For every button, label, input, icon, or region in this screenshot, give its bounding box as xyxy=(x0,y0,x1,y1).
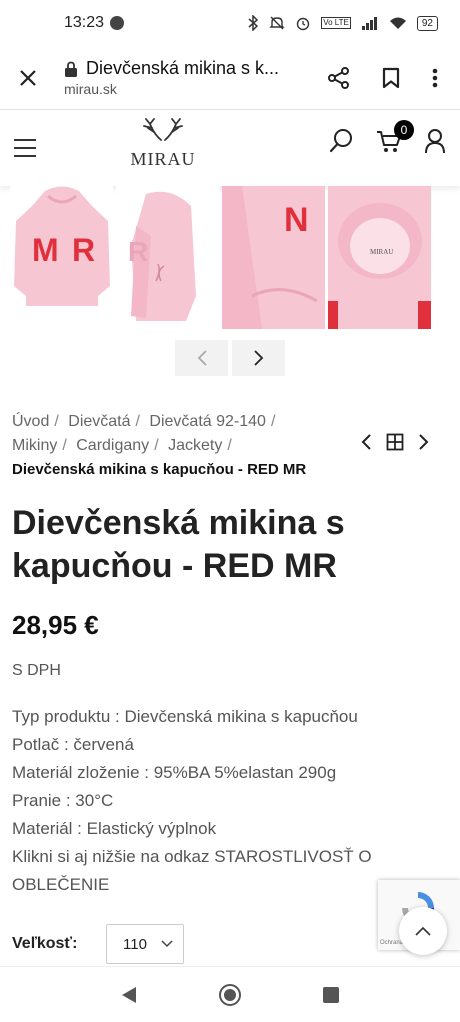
description-line: Pranie : 30°C xyxy=(12,791,114,810)
breadcrumb-link[interactable]: Úvod xyxy=(12,413,49,430)
recents-square-icon xyxy=(323,986,339,1003)
chevron-left-icon xyxy=(197,350,207,366)
breadcrumb-link[interactable]: Dievčatá xyxy=(68,413,130,430)
browser-toolbar: Dievčenská mikina s k... mirau.sk xyxy=(0,46,460,110)
description-line: Materiál zloženie : 95%BA 5%elastan 290g xyxy=(12,763,337,782)
bookmark-icon xyxy=(382,67,400,88)
logo-text: MIRAU xyxy=(130,149,196,169)
url-bar[interactable]: Dievčenská mikina s k... mirau.sk xyxy=(56,58,328,97)
chevron-right-icon xyxy=(253,350,263,366)
size-select[interactable]: 110 xyxy=(106,924,184,964)
recents-button[interactable] xyxy=(322,986,340,1004)
svg-text:M: M xyxy=(32,232,59,268)
volte-icon: Vo LTE xyxy=(321,17,351,29)
home-button[interactable] xyxy=(218,983,242,1007)
svg-text:R: R xyxy=(72,232,95,268)
hamburger-menu-icon xyxy=(14,139,36,141)
search-button[interactable] xyxy=(328,128,354,154)
breadcrumb: Úvod / Dievčatá / Dievčatá 92-140/ Mikiny /… xyxy=(12,413,307,478)
product-thumbnail[interactable]: M R xyxy=(10,186,113,329)
product-gallery: M R R N MIRAU xyxy=(10,186,450,329)
back-button[interactable] xyxy=(120,985,138,1005)
chevron-up-icon xyxy=(415,926,431,936)
status-bar: 13:23 Vo LTE 92 xyxy=(0,0,460,46)
size-value: 110 xyxy=(123,935,147,953)
grid-icon xyxy=(386,433,404,451)
svg-text:N: N xyxy=(284,201,309,239)
page-title-text: Dievčenská mikina s k... xyxy=(86,58,280,78)
breadcrumb-current: Dievčenská mikina s kapucňou - RED MR xyxy=(12,461,307,478)
search-icon xyxy=(329,129,352,153)
chrome-notification-icon xyxy=(110,16,125,30)
hoodie-detail-image: N xyxy=(222,186,325,329)
product-thumbnail[interactable]: N xyxy=(222,186,325,329)
back-triangle-icon xyxy=(122,986,136,1003)
site-logo[interactable]: MIRAU xyxy=(125,118,201,170)
description-line: Typ produktu : Dievčenská mikina s kapuc… xyxy=(12,707,358,726)
more-options-button[interactable] xyxy=(432,68,438,88)
hamburger-menu-button[interactable] xyxy=(0,139,52,157)
hoodie-side-image: R xyxy=(116,186,219,329)
description-line: Potlač : červená xyxy=(12,735,134,754)
breadcrumb-link[interactable]: Cardigany xyxy=(76,437,149,454)
share-icon xyxy=(328,66,349,89)
product-thumbnail[interactable]: R xyxy=(116,186,219,329)
product-price: 28,95 € xyxy=(12,610,99,640)
bluetooth-icon xyxy=(248,15,259,31)
lock-icon xyxy=(65,61,77,77)
hoodie-hood-image: MIRAU xyxy=(328,186,431,329)
breadcrumb-link[interactable]: Dievčatá 92-140 xyxy=(149,413,266,430)
chevron-left-icon xyxy=(361,434,371,450)
home-circle-icon xyxy=(219,983,241,1006)
cart-button[interactable]: 0 xyxy=(376,120,414,154)
share-button[interactable] xyxy=(328,66,350,89)
site-header: MIRAU 0 xyxy=(0,110,460,186)
antlers-logo-icon xyxy=(143,118,183,141)
gallery-navigation xyxy=(175,340,285,376)
size-selector-row: Veľkosť: 110 xyxy=(12,924,184,964)
signal-icon xyxy=(361,17,377,30)
wifi-icon xyxy=(389,17,406,29)
cart-count-badge: 0 xyxy=(394,120,414,140)
product-thumbnail[interactable]: MIRAU xyxy=(328,186,431,329)
account-button[interactable] xyxy=(424,128,446,154)
size-label: Veľkosť: xyxy=(12,935,78,952)
user-icon xyxy=(425,129,445,154)
product-grid-button[interactable] xyxy=(386,433,404,451)
recaptcha-text: Ochrana xyxy=(380,940,404,946)
product-description: Typ produktu : Dievčenská mikina s kapuc… xyxy=(12,703,432,899)
android-navigation-bar xyxy=(0,966,460,1022)
svg-text:MIRAU: MIRAU xyxy=(370,248,393,256)
close-icon xyxy=(20,69,36,86)
description-line: Materiál : Elastický výplnok xyxy=(12,819,217,838)
bookmark-button[interactable] xyxy=(382,67,400,89)
gallery-prev-button[interactable] xyxy=(175,340,228,376)
chevron-right-icon xyxy=(419,434,429,450)
mute-icon xyxy=(269,16,285,30)
tax-note: S DPH xyxy=(12,662,61,679)
scroll-to-top-button[interactable] xyxy=(399,907,447,955)
status-time: 13:23 xyxy=(64,14,105,31)
product-navigation xyxy=(360,433,430,451)
breadcrumb-link[interactable]: Mikiny xyxy=(12,437,57,454)
chevron-down-icon xyxy=(161,940,173,948)
battery-icon: 92 xyxy=(416,15,438,31)
breadcrumb-link[interactable]: Jackety xyxy=(168,437,222,454)
more-vert-icon xyxy=(432,68,438,87)
product-title: Dievčenská mikina s kapucňou - RED MR xyxy=(12,504,345,585)
svg-text:R: R xyxy=(128,236,148,267)
alarm-icon xyxy=(297,17,310,31)
gallery-next-button[interactable] xyxy=(232,340,285,376)
previous-product-button[interactable] xyxy=(360,433,372,451)
url-domain: mirau.sk xyxy=(64,81,117,97)
close-tab-button[interactable] xyxy=(0,69,56,87)
description-line: Klikni si aj nižšie na odkaz STAROSTLIVO… xyxy=(12,847,372,894)
hoodie-front-image: M R xyxy=(10,186,113,329)
next-product-button[interactable] xyxy=(418,433,430,451)
